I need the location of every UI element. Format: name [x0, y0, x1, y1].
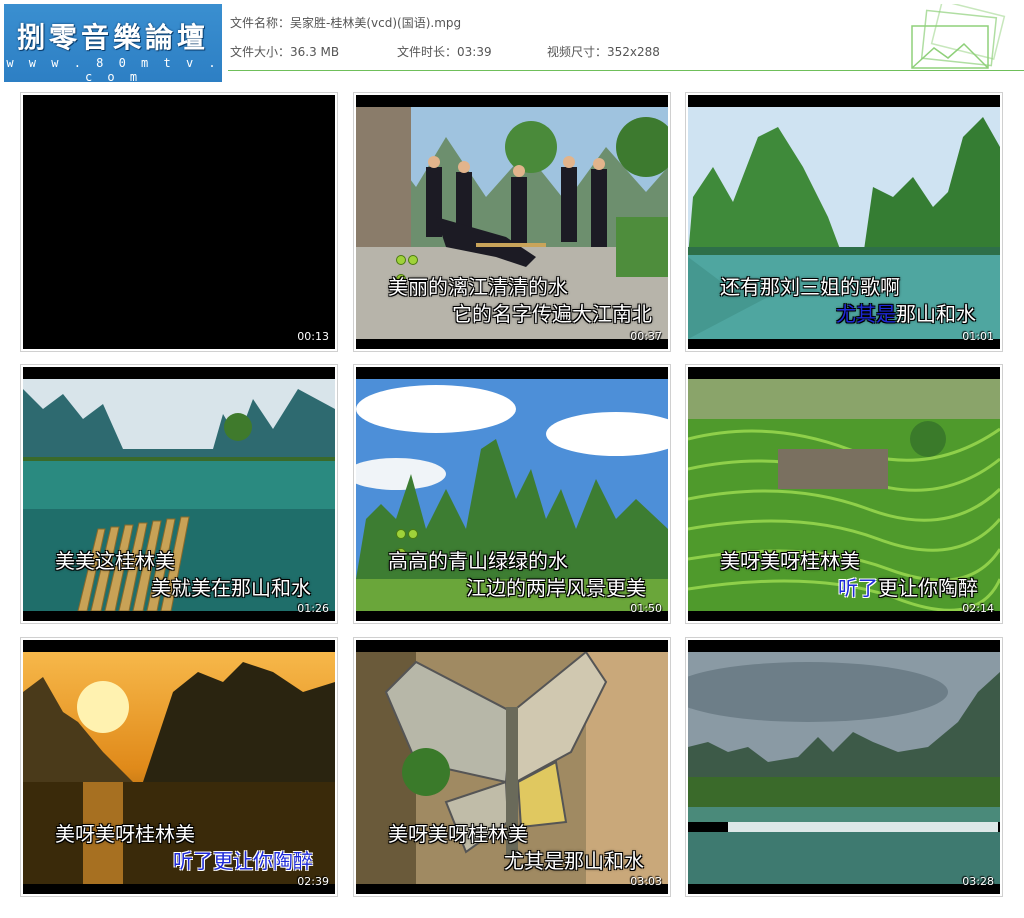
video-dims-row: 视频尺寸：352x288 [547, 43, 660, 60]
thumbnail-5[interactable]: 高高的青山绿绿的水 江边的两岸风景更美 01:50 [353, 364, 671, 624]
timestamp: 00:13 [297, 330, 329, 343]
lyric-line-1: 还有那刘三姐的歌啊 [720, 275, 900, 299]
lyric-line-2: 江边的两岸风景更美 [466, 576, 646, 600]
logo-title: 捌零音樂論壇 [16, 21, 209, 54]
lyric-highlight: 尤其是 [836, 302, 896, 326]
lyric-line-2: 尤其是那山和水 [836, 298, 976, 327]
file-duration-row: 文件时长：03:39 [397, 43, 492, 60]
timestamp: 00:37 [630, 330, 662, 343]
lyric-rest: 更让你陶醉 [878, 576, 978, 600]
video-dims-label: 视频尺寸： [547, 45, 608, 59]
lyric-line-2: 尤其是那山和水 [504, 849, 644, 873]
lyric-countdown-dots [396, 524, 430, 558]
timestamp: 01:26 [297, 602, 329, 615]
thumbnail-6[interactable]: 美呀美呀桂林美 听了更让你陶醉 02:14 [685, 364, 1003, 624]
lyric-highlight: 听了更让你陶醉 [173, 849, 313, 873]
video-frame: 还有那刘三姐的歌啊 尤其是那山和水 01:01 [688, 95, 1000, 349]
black-frame [23, 95, 335, 349]
thumbnail-1[interactable]: 00:13 [20, 92, 338, 352]
file-name-row: 文件名称：吴家胜-桂林美(vcd)(国语).mpg [230, 14, 461, 31]
lyric-line-2: 听了更让你陶醉 [173, 845, 313, 874]
lyric-line-1: 美呀美呀桂林美 [388, 822, 528, 846]
timestamp: 02:14 [962, 602, 994, 615]
file-size-row: 文件大小：36.3 MB [230, 43, 339, 60]
file-name-value: 吴家胜-桂林美(vcd)(国语).mpg [290, 16, 462, 30]
lyric-line-1: 美呀美呀桂林美 [720, 549, 860, 573]
timestamp: 01:50 [630, 602, 662, 615]
video-frame: 03:28 [688, 640, 1000, 894]
file-size-value: 36.3 MB [290, 45, 340, 59]
lyric-highlight: 听了 [838, 576, 878, 600]
thumbnail-4[interactable]: 美美这桂林美 美就美在那山和水 01:26 [20, 364, 338, 624]
lyric-line-1: 美美这桂林美 [55, 549, 175, 573]
lyric-rest: 那山和水 [896, 302, 976, 326]
video-frame: 00:13 [23, 95, 335, 349]
lyric-line-1: 美丽的漓江清清的水 [388, 275, 568, 299]
video-frame: 高高的青山绿绿的水 江边的两岸风景更美 01:50 [356, 367, 668, 621]
thumbnail-7[interactable]: 美呀美呀桂林美 听了更让你陶醉 02:39 [20, 637, 338, 897]
lyric-line-1: 美呀美呀桂林美 [55, 822, 195, 846]
forum-logo: 捌零音樂論壇 w w w . 8 0 m t v . c o m [4, 4, 222, 84]
video-frame: 美呀美呀桂林美 听了更让你陶醉 02:39 [23, 640, 335, 894]
timestamp: 03:28 [962, 875, 994, 888]
lyric-countdown-dots [396, 250, 430, 284]
photo-stack-icon [911, 4, 1006, 69]
file-duration-label: 文件时长： [397, 45, 458, 59]
video-dims-value: 352x288 [607, 45, 660, 59]
file-size-label: 文件大小： [230, 45, 291, 59]
lyric-line-2: 美就美在那山和水 [151, 576, 311, 600]
video-frame: 美丽的漓江清清的水 它的名字传遍大江南北 00:37 [356, 95, 668, 349]
video-frame: 美美这桂林美 美就美在那山和水 01:26 [23, 367, 335, 621]
thumbnail-2[interactable]: 美丽的漓江清清的水 它的名字传遍大江南北 00:37 [353, 92, 671, 352]
file-name-label: 文件名称： [230, 16, 291, 30]
thumbnail-9[interactable]: 03:28 [685, 637, 1003, 897]
lyric-line-2: 它的名字传遍大江南北 [452, 302, 652, 326]
thumbnail-8[interactable]: 美呀美呀桂林美 尤其是那山和水 03:03 [353, 637, 671, 897]
timestamp: 01:01 [962, 330, 994, 343]
video-frame: 美呀美呀桂林美 尤其是那山和水 03:03 [356, 640, 668, 894]
video-frame: 美呀美呀桂林美 听了更让你陶醉 02:14 [688, 367, 1000, 621]
lyric-line-2: 听了更让你陶醉 [838, 572, 978, 601]
timestamp: 03:03 [630, 875, 662, 888]
lyric-line-1: 高高的青山绿绿的水 [388, 549, 568, 573]
file-duration-value: 03:39 [457, 45, 492, 59]
thumbnail-3[interactable]: 还有那刘三姐的歌啊 尤其是那山和水 01:01 [685, 92, 1003, 352]
river-weir-scene [688, 652, 1000, 884]
logo-url: w w w . 8 0 m t v . c o m [6, 56, 220, 84]
header-divider [228, 70, 1024, 71]
timestamp: 02:39 [297, 875, 329, 888]
